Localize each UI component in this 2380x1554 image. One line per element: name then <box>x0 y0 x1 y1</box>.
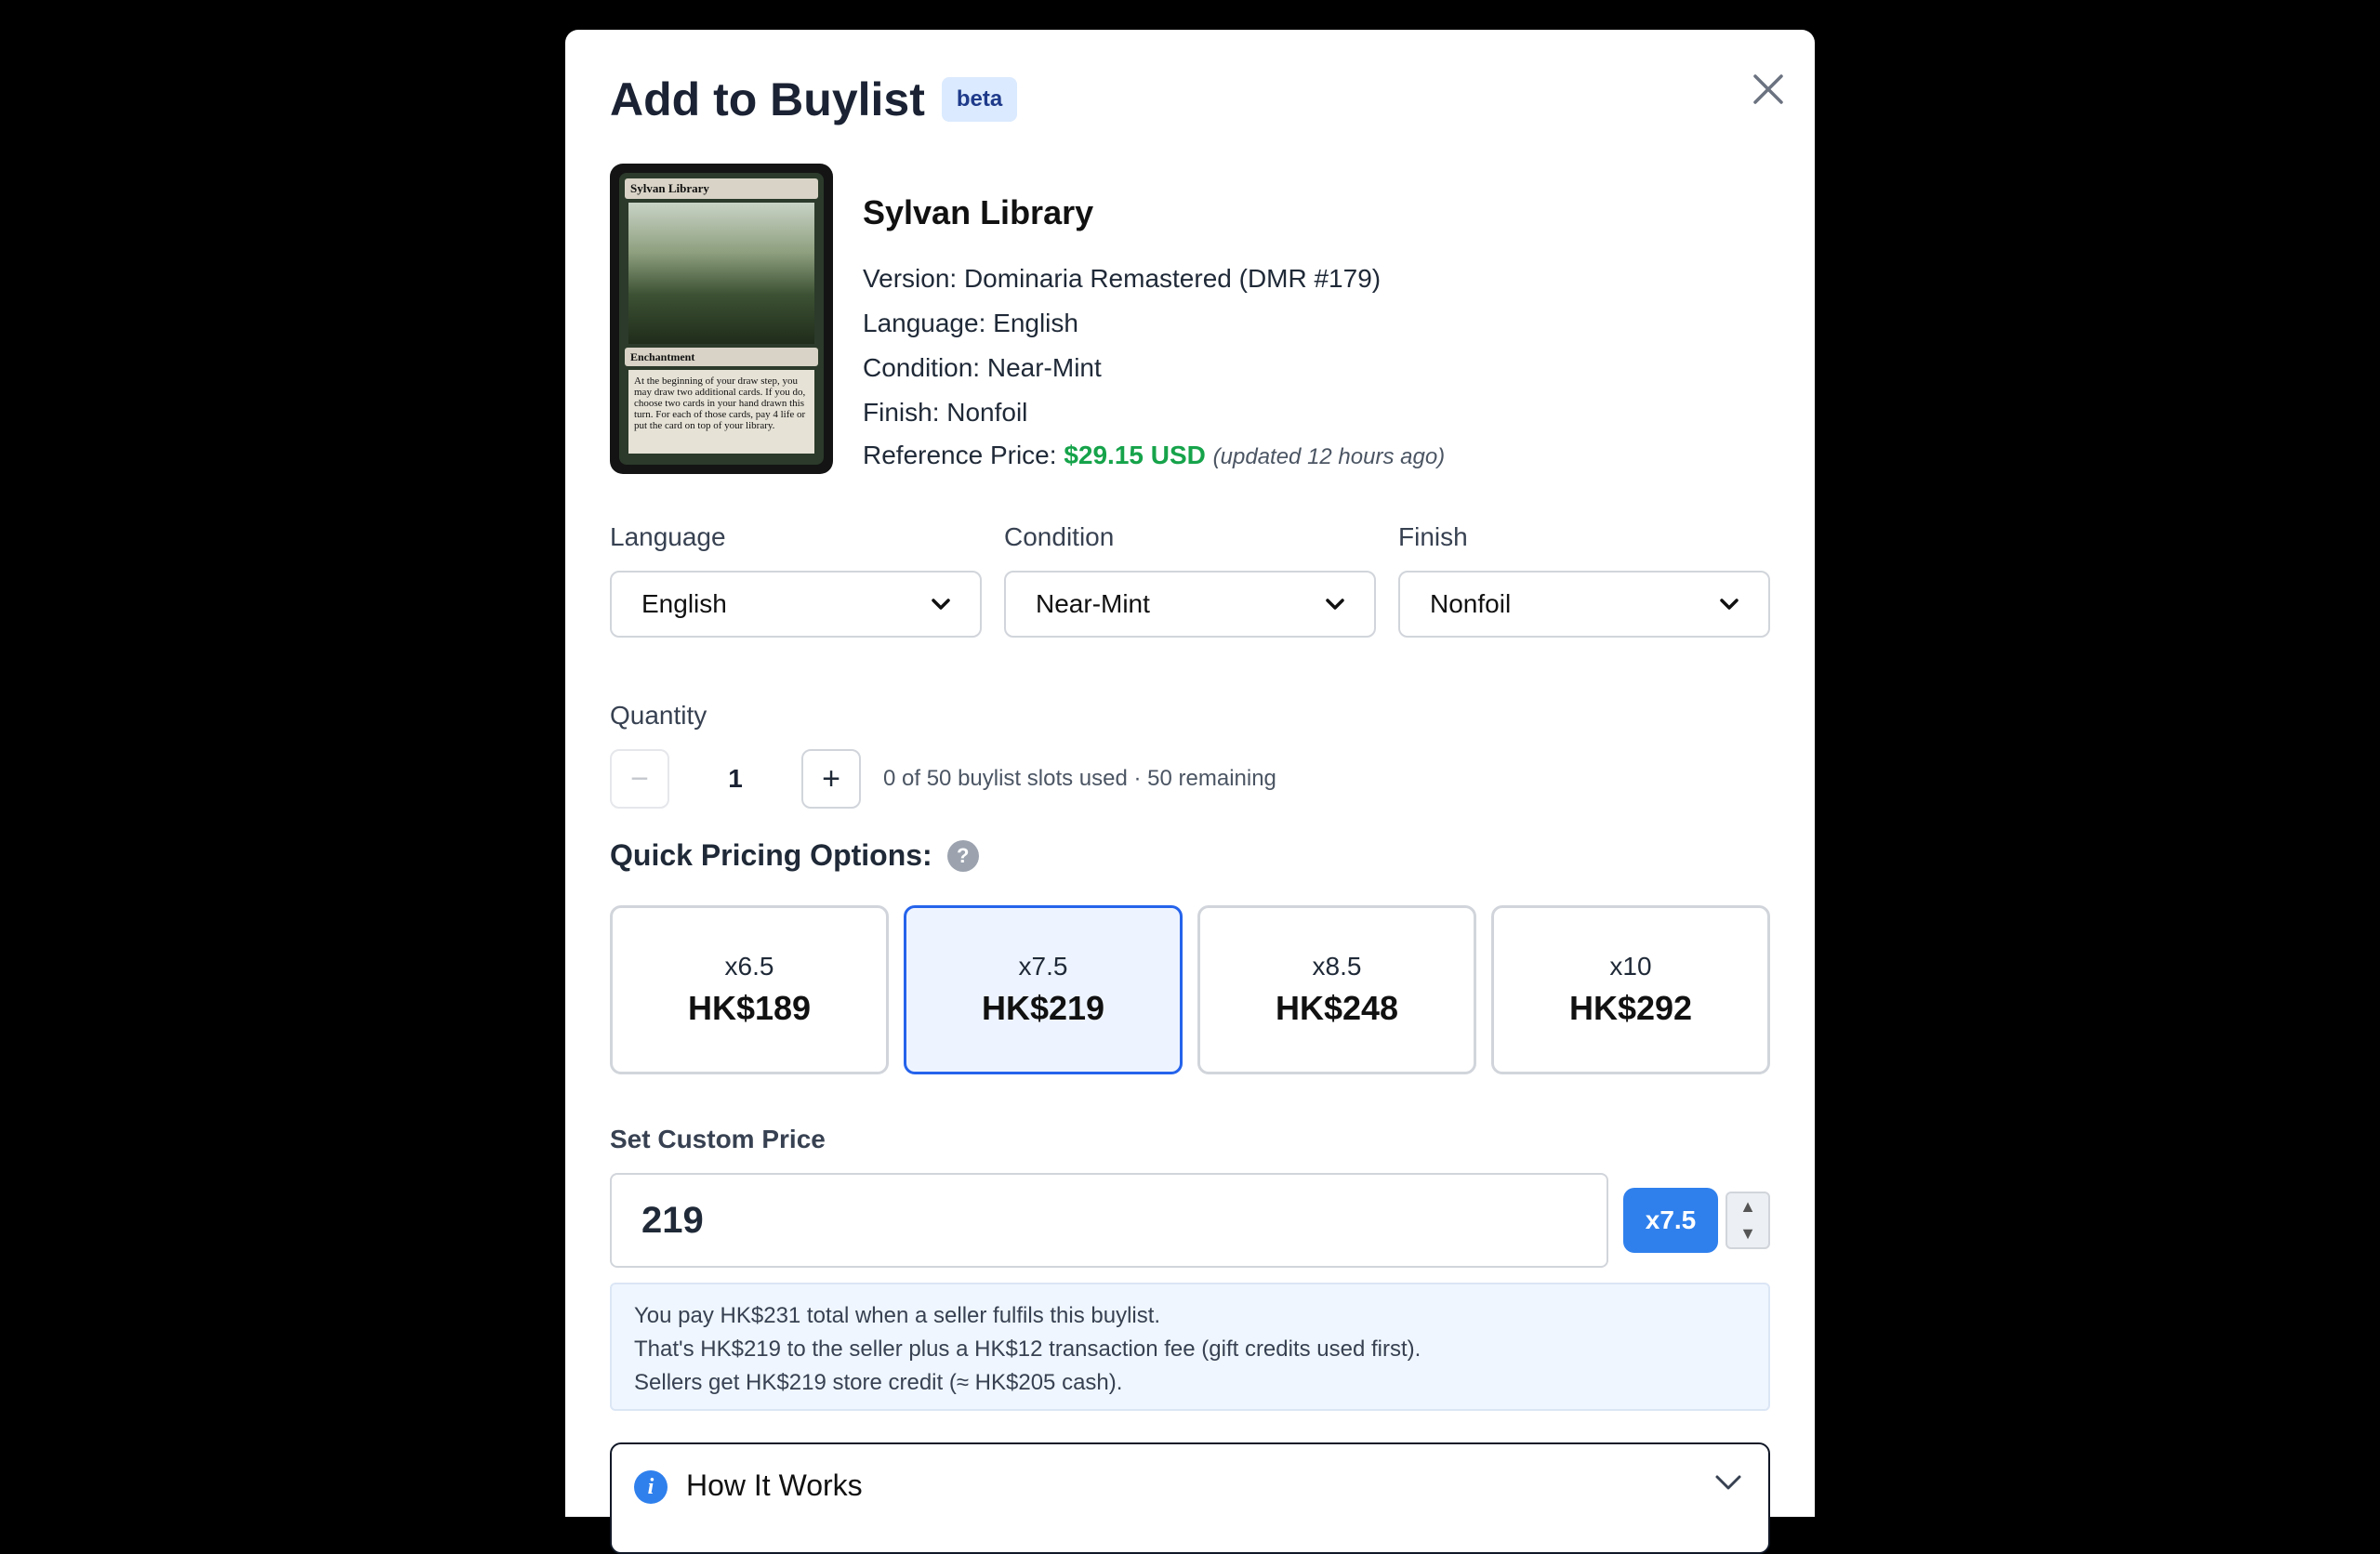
price-option-multiplier: x6.5 <box>724 952 774 981</box>
close-button[interactable] <box>1742 63 1794 115</box>
modal-header: Add to Buylist beta <box>610 72 1018 126</box>
custom-price-input[interactable]: 219 <box>610 1173 1608 1268</box>
chevron-down-icon <box>1326 599 1344 610</box>
condition-label: Condition <box>1004 522 1115 551</box>
card-name: Sylvan Library <box>863 193 1094 231</box>
price-option-price: HK$248 <box>1275 989 1399 1027</box>
chevron-down-icon <box>932 599 950 610</box>
quick-pricing-header: Quick Pricing Options: ? <box>610 838 979 873</box>
quick-pricing-title: Quick Pricing Options: <box>610 838 932 872</box>
quantity-stepper: − 1 + 0 of 50 buylist slots used · 50 re… <box>610 749 1276 809</box>
info-icon: i <box>634 1470 668 1504</box>
note-line-1: You pay HK$231 total when a seller fulfi… <box>634 1303 1161 1328</box>
price-option-price: HK$189 <box>687 989 812 1027</box>
how-it-works-label: How It Works <box>686 1468 863 1502</box>
modal-title: Add to Buylist <box>610 73 925 125</box>
condition-select[interactable]: Near-Mint <box>1004 571 1376 638</box>
chevron-down-icon <box>1715 1475 1741 1490</box>
finish-select[interactable]: Nonfoil <box>1398 571 1770 638</box>
card-image-name: Sylvan Library <box>625 178 818 199</box>
price-breakdown-note: You pay HK$231 total when a seller fulfi… <box>610 1283 1770 1411</box>
chevron-down-icon <box>1720 599 1739 610</box>
language-label: Language <box>610 522 726 551</box>
price-option-multiplier: x8.5 <box>1312 952 1362 981</box>
note-line-2: That's HK$219 to the seller plus a HK$12… <box>634 1337 1421 1362</box>
custom-price-label: Set Custom Price <box>610 1125 826 1153</box>
price-option-x10[interactable]: x10 HK$292 <box>1491 905 1770 1074</box>
price-option-multiplier: x7.5 <box>1018 952 1068 981</box>
price-option-price: HK$219 <box>981 989 1105 1027</box>
how-it-works-accordion[interactable]: i How It Works <box>610 1442 1770 1554</box>
beta-badge: beta <box>941 77 1018 122</box>
card-version: Version: Dominaria Remastered (DMR #179) <box>863 264 1382 293</box>
spin-up-icon[interactable]: ▲ <box>1727 1193 1768 1220</box>
help-icon[interactable]: ? <box>946 839 979 872</box>
card-art <box>628 203 814 344</box>
price-option-x8.5[interactable]: x8.5 HK$248 <box>1197 905 1476 1074</box>
price-option-price: HK$292 <box>1568 989 1693 1027</box>
condition-select-value: Near-Mint <box>1036 589 1150 618</box>
quantity-increment-button[interactable]: + <box>801 749 861 809</box>
finish-label: Finish <box>1398 522 1468 551</box>
custom-price-spinner[interactable]: ▲ ▼ <box>1726 1192 1770 1249</box>
price-option-x7.5[interactable]: x7.5 HK$219 <box>904 905 1183 1074</box>
card-finish: Finish: Nonfoil <box>863 398 1028 427</box>
add-to-buylist-modal: Add to Buylist beta Sylvan Library Encha… <box>565 30 1815 1554</box>
note-line-3: Sellers get HK$219 store credit (≈ HK$20… <box>634 1370 1123 1395</box>
price-option-multiplier: x10 <box>1609 952 1652 981</box>
language-select-value: English <box>641 589 727 618</box>
reference-price-value: $29.15 USD <box>1064 441 1206 469</box>
card-condition: Condition: Near-Mint <box>863 353 1102 382</box>
price-option-x6.5[interactable]: x6.5 HK$189 <box>610 905 889 1074</box>
card-info: Sylvan Library Version: Dominaria Remast… <box>863 193 1445 470</box>
spin-down-icon[interactable]: ▼ <box>1727 1220 1768 1247</box>
reference-price-label: Reference Price: <box>863 441 1057 469</box>
quantity-decrement-button[interactable]: − <box>610 749 669 809</box>
finish-select-value: Nonfoil <box>1430 589 1512 618</box>
card-image-type: Enchantment <box>625 348 818 366</box>
card-image-rules: At the beginning of your draw step, you … <box>628 370 814 454</box>
buylist-slots-text: 0 of 50 buylist slots used · 50 remainin… <box>883 766 1276 791</box>
custom-price-multiplier-badge[interactable]: x7.5 <box>1623 1188 1718 1253</box>
card-language: Language: English <box>863 309 1078 337</box>
card-image: Sylvan Library Enchantment At the beginn… <box>610 164 833 474</box>
quantity-value: 1 <box>728 764 743 793</box>
reference-price-row: Reference Price: $29.15 USD (updated 12 … <box>863 441 1445 470</box>
close-icon[interactable] <box>1752 73 1784 105</box>
quantity-label: Quantity <box>610 701 707 730</box>
reference-price-updated: (updated 12 hours ago) <box>1212 444 1446 469</box>
language-select[interactable]: English <box>610 571 982 638</box>
